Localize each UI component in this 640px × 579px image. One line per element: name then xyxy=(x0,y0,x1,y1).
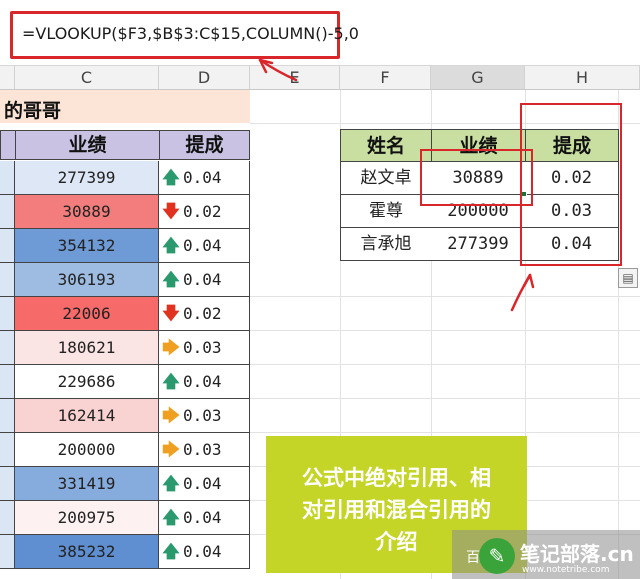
watermark-title: 笔记部落.cn xyxy=(520,542,634,566)
caption-line: 对引用和混合引用的 xyxy=(302,498,491,522)
paste-options-icon[interactable]: ▤ xyxy=(618,268,638,288)
caption-line: 公式中绝对引用、相 xyxy=(302,466,491,490)
watermark-left-text: 百 xyxy=(466,550,480,566)
watermark-subtitle: www.notetribe.com xyxy=(522,565,610,575)
pen-logo-icon: ✎ xyxy=(479,538,515,574)
arrow-head-commission xyxy=(522,273,535,289)
